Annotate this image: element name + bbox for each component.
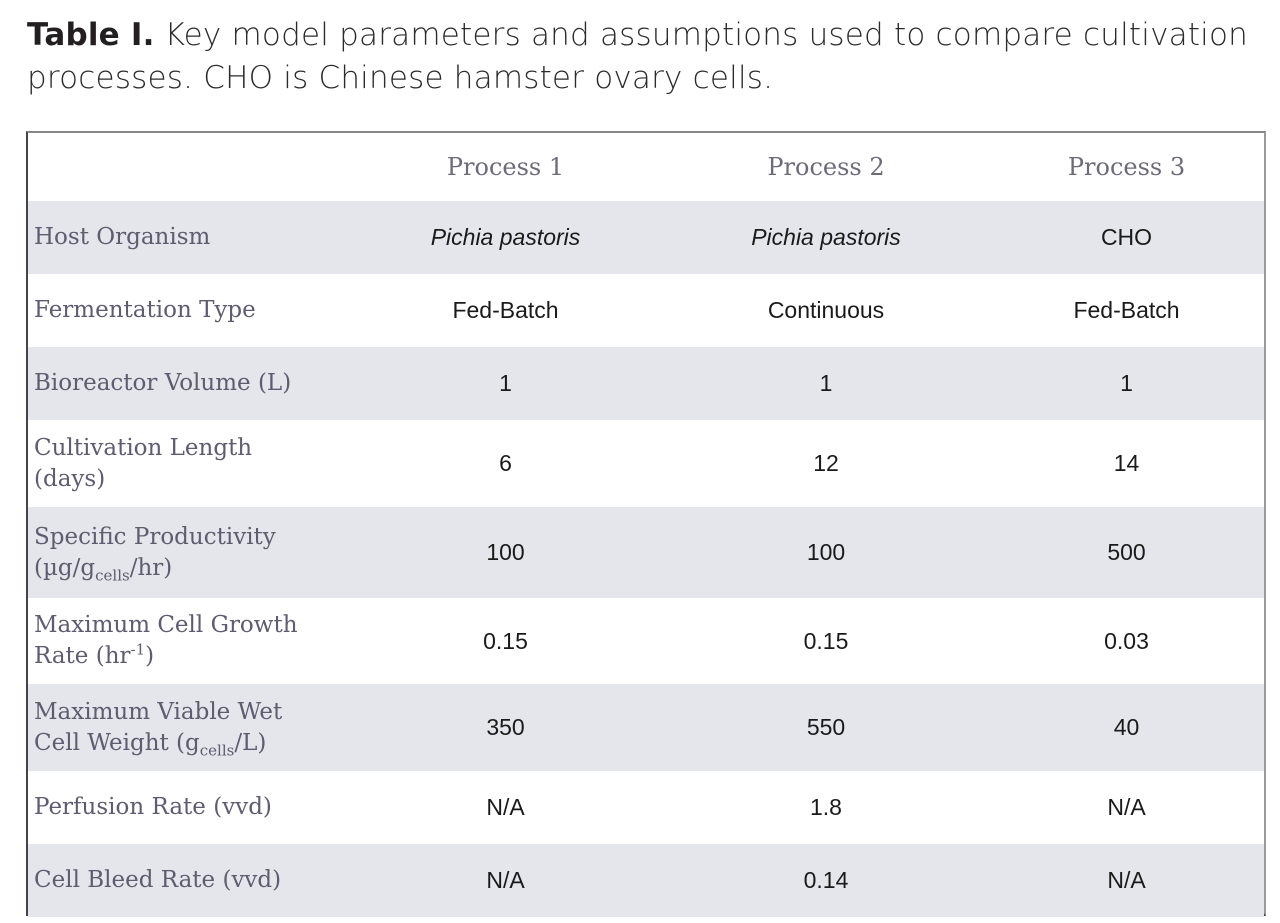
cell-value: 1.8 bbox=[810, 794, 842, 820]
table-row: Maximum Viable Wet Cell Weight (gcells/L)… bbox=[28, 684, 1264, 771]
cell-value: CHO bbox=[989, 201, 1264, 274]
cell-value: 0.14 bbox=[663, 844, 989, 917]
table-row: Cell Bleed Rate (vvd) N/A 0.14 N/A bbox=[28, 844, 1264, 917]
cell-value: 1 bbox=[989, 347, 1264, 420]
cell-value: N/A bbox=[486, 794, 525, 820]
table-row: Specific Productivity (µg/gcells/hr) 100 … bbox=[28, 507, 1264, 598]
cell-value: 40 bbox=[989, 684, 1264, 771]
cell-value: 500 bbox=[989, 507, 1264, 598]
table-row: Fermentation Type Fed-Batch Continuous F… bbox=[28, 274, 1264, 347]
cell-value: 12 bbox=[813, 450, 839, 476]
row-label: Fermentation Type bbox=[34, 297, 256, 323]
row-label: Perfusion Rate (vvd) bbox=[34, 794, 272, 820]
cell-value: 1 bbox=[663, 347, 989, 420]
cell-value: N/A bbox=[1107, 794, 1146, 820]
table-row: Bioreactor Volume (L) 1 1 1 bbox=[28, 347, 1264, 420]
cell-value: Fed-Batch bbox=[1073, 297, 1180, 323]
cell-value: 1 bbox=[348, 347, 663, 420]
cell-value: Continuous bbox=[767, 297, 885, 323]
table-row: Perfusion Rate (vvd) N/A 1.8 N/A bbox=[28, 771, 1264, 844]
cell-value: Fed-Batch bbox=[452, 297, 559, 323]
row-label: Bioreactor Volume (L) bbox=[28, 347, 348, 420]
row-label: Cell Bleed Rate (vvd) bbox=[28, 844, 348, 917]
cell-value: 350 bbox=[348, 684, 663, 771]
table-row: Host Organism Pichia pastoris Pichia pas… bbox=[28, 201, 1264, 274]
cell-value: 550 bbox=[663, 684, 989, 771]
row-label: Specific Productivity (µg/gcells/hr) bbox=[28, 507, 348, 598]
header-process-3: Process 3 bbox=[1067, 153, 1186, 181]
header-row: Process 1 Process 2 Process 3 bbox=[28, 133, 1264, 201]
cell-value: 0.03 bbox=[1104, 627, 1149, 654]
table-row: Maximum Cell Growth Rate (hr-1) 0.15 0.15… bbox=[28, 598, 1264, 684]
row-label: Host Organism bbox=[28, 201, 348, 274]
cell-value: Pichia pastoris bbox=[663, 201, 989, 274]
header-blank bbox=[28, 133, 348, 201]
cell-value: 0.15 bbox=[483, 627, 528, 654]
table-row: Cultivation Length (days) 6 12 14 bbox=[28, 420, 1264, 507]
cell-value: 0.15 bbox=[803, 627, 849, 654]
caption-label: Table I. bbox=[27, 17, 155, 53]
cell-value: 14 bbox=[1113, 450, 1140, 476]
row-label: Maximum Cell Growth Rate (hr-1) bbox=[34, 612, 298, 669]
caption-text: Key model parameters and assumptions use… bbox=[27, 17, 1249, 96]
table-caption: Table I. Key model parameters and assump… bbox=[27, 14, 1257, 100]
cell-value: 100 bbox=[663, 507, 989, 598]
header-process-1: Process 1 bbox=[446, 153, 565, 181]
cell-value: Pichia pastoris bbox=[348, 201, 663, 274]
row-label: Cultivation Length (days) bbox=[34, 434, 253, 492]
header-process-2: Process 2 bbox=[767, 153, 885, 181]
cell-value: 6 bbox=[499, 450, 512, 476]
row-label: Maximum Viable Wet Cell Weight (gcells/L) bbox=[28, 684, 348, 771]
parameters-table: Process 1 Process 2 Process 3 Host Organ… bbox=[26, 131, 1266, 917]
cell-value: N/A bbox=[348, 844, 663, 917]
cell-value: 100 bbox=[348, 507, 663, 598]
cell-value: N/A bbox=[989, 844, 1264, 917]
